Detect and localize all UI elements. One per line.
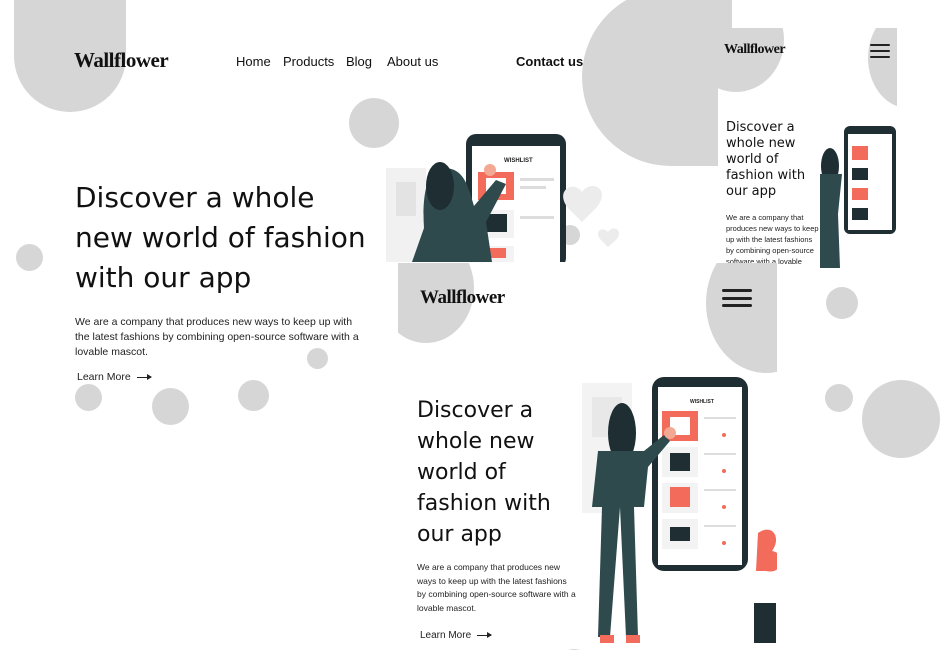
bg-circle	[862, 380, 940, 458]
hero-description: We are a company that produces new ways …	[726, 213, 819, 266]
learn-more-link[interactable]: Learn More	[77, 371, 152, 383]
bg-circle	[718, 28, 784, 92]
hero-illustration	[820, 126, 896, 268]
hero-description: We are a company that produces new ways …	[75, 316, 359, 358]
nav-products[interactable]: Products	[283, 54, 334, 69]
arrow-right-icon	[477, 632, 493, 638]
hero-description: We are a company that produces new ways …	[417, 562, 576, 613]
mobile-frame: Wallflower Discover a whole new world of…	[398, 263, 777, 649]
nav-about[interactable]: About us	[387, 54, 438, 69]
bg-circle	[706, 263, 777, 373]
learn-more-label: Learn More	[77, 371, 131, 383]
arrow-right-icon	[136, 373, 152, 380]
bg-circle	[868, 28, 897, 108]
app-title: WISHLIST	[504, 158, 533, 164]
hero-headline: Discover a whole new world of fashion wi…	[417, 398, 551, 547]
app-title: WISHLIST	[690, 399, 714, 405]
bg-circle	[825, 384, 853, 412]
learn-more-label: Learn More	[420, 630, 472, 641]
logo[interactable]: Wallflower	[724, 42, 786, 58]
hero-headline: Discover a whole new world of fashion wi…	[726, 120, 806, 199]
hero-illustration: WISHLIST	[386, 134, 619, 262]
nav-home[interactable]: Home	[236, 54, 271, 69]
nav-blog[interactable]: Blog	[346, 54, 372, 69]
nav-contact[interactable]: Contact us	[516, 54, 583, 69]
hamburger-menu-icon[interactable]	[722, 289, 752, 307]
logo[interactable]: Wallflower	[420, 287, 505, 309]
hero-illustration: WISHLIST	[582, 377, 777, 643]
bg-circle	[826, 287, 858, 319]
tablet-frame: Wallflower Discover a whole new world of…	[718, 28, 897, 268]
logo[interactable]: Wallflower	[74, 48, 169, 73]
learn-more-link[interactable]: Learn More	[420, 630, 493, 641]
hero-headline: Discover a whole new world of fashion wi…	[75, 181, 366, 294]
hamburger-menu-icon[interactable]	[870, 44, 890, 58]
